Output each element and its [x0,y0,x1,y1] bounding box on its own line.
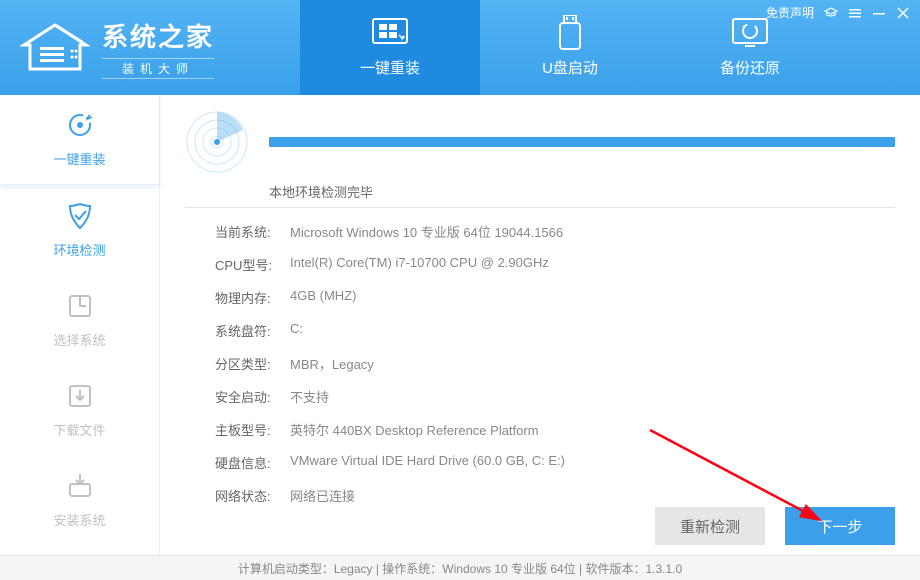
tab-label: 备份还原 [720,57,780,78]
sidebar-label: 一键重装 [53,149,105,168]
select-icon [66,292,94,320]
next-button[interactable]: 下一步 [785,507,895,545]
shield-check-icon [66,202,94,230]
info-row-motherboard: 主板型号:英特尔 440BX Desktop Reference Platfor… [215,420,895,439]
download-icon [66,382,94,410]
sidebar-label: 下载文件 [53,420,105,439]
close-button[interactable] [896,6,910,20]
progress-bar [269,137,895,147]
sidebar: 一键重装 环境检测 选择系统 下载文件 安装系统 [0,95,160,555]
usb-icon [551,17,589,49]
header: 系统之家 装机大师 一键重装 U盘启动 备份还原 免责声明 [0,0,920,95]
logo-area: 系统之家 装机大师 [0,0,300,95]
system-info-list: 当前系统:Microsoft Windows 10 专业版 64位 19044.… [185,222,895,505]
sidebar-item-download[interactable]: 下载文件 [0,365,159,455]
info-row-cpu: CPU型号:Intel(R) Core(TM) i7-10700 CPU @ 2… [215,255,895,274]
disclaimer-link[interactable]: 免责声明 [766,4,814,21]
body: 一键重装 环境检测 选择系统 下载文件 安装系统 [0,95,920,555]
minimize-button[interactable] [872,6,886,20]
sidebar-label: 环境检测 [53,240,105,259]
tab-label: 一键重装 [360,57,420,78]
logo-house-icon [20,23,90,73]
info-row-sysdrive: 系统盘符:C: [215,321,895,340]
logo-title: 系统之家 [102,17,214,54]
sidebar-label: 选择系统 [53,330,105,349]
retry-button[interactable]: 重新检测 [655,507,765,545]
info-row-secureboot: 安全启动:不支持 [215,387,895,406]
info-row-os: 当前系统:Microsoft Windows 10 专业版 64位 19044.… [215,222,895,241]
progress-status-text: 本地环境检测完毕 [269,182,895,201]
info-row-network: 网络状态:网络已连接 [215,486,895,505]
sidebar-item-reinstall[interactable]: 一键重装 [0,95,159,185]
tab-label: U盘启动 [542,57,598,78]
windows-install-icon [371,17,409,49]
install-icon [66,472,94,500]
info-row-partition: 分区类型:MBR，Legacy [215,354,895,373]
info-row-disk: 硬盘信息:VMware Virtual IDE Hard Drive (60.0… [215,453,895,472]
backup-icon [731,17,769,49]
target-icon [66,111,94,139]
divider [185,207,895,208]
radar-icon [185,110,249,174]
sidebar-item-select-os[interactable]: 选择系统 [0,275,159,365]
footer-text: 计算机启动类型：Legacy | 操作系统：Windows 10 专业版 64位… [238,560,682,577]
info-row-memory: 物理内存:4GB (MHZ) [215,288,895,307]
footer-status-bar: 计算机启动类型：Legacy | 操作系统：Windows 10 专业版 64位… [0,555,920,580]
sidebar-label: 安装系统 [53,510,105,529]
tab-reinstall[interactable]: 一键重装 [300,0,480,95]
menu-icon[interactable] [848,6,862,20]
main-panel: 本地环境检测完毕 当前系统:Microsoft Windows 10 专业版 6… [160,95,920,555]
tab-usb-boot[interactable]: U盘启动 [480,0,660,95]
logo-subtitle: 装机大师 [102,58,214,79]
graduate-icon[interactable] [824,6,838,20]
sidebar-item-install[interactable]: 安装系统 [0,455,159,545]
sidebar-item-env-check[interactable]: 环境检测 [0,185,159,275]
window-controls: 免责声明 [766,4,910,21]
